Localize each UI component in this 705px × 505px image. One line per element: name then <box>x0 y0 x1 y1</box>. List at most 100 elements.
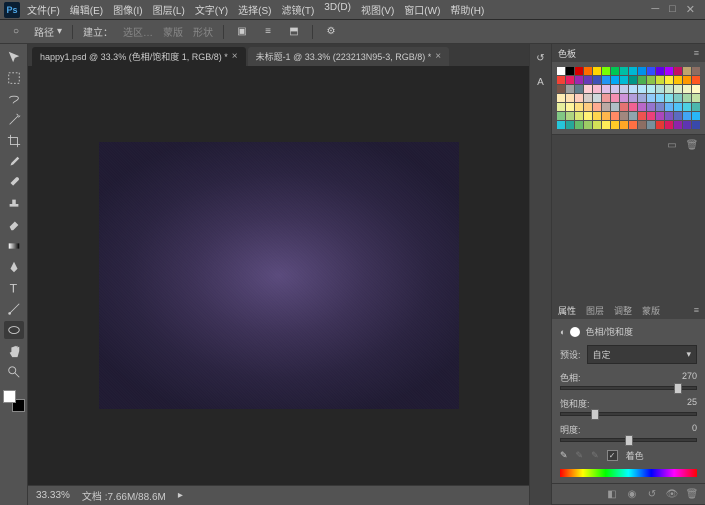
swatch[interactable] <box>692 94 700 102</box>
swatch[interactable] <box>602 121 610 129</box>
lasso-tool[interactable] <box>4 90 24 108</box>
swatch[interactable] <box>575 76 583 84</box>
swatch[interactable] <box>575 112 583 120</box>
swatch[interactable] <box>620 94 628 102</box>
swatch[interactable] <box>593 85 601 93</box>
doc-tab-1[interactable]: happy1.psd @ 33.3% (色相/饱和度 1, RGB/8) * × <box>32 47 246 66</box>
swatch[interactable] <box>692 76 700 84</box>
swatch[interactable] <box>683 103 691 111</box>
swatch[interactable] <box>647 67 655 75</box>
menu-视图[interactable]: 视图(V) <box>356 0 399 19</box>
swatch[interactable] <box>656 85 664 93</box>
swatch[interactable] <box>575 94 583 102</box>
pen-tool[interactable] <box>4 258 24 276</box>
swatch[interactable] <box>656 67 664 75</box>
view-prev-icon[interactable]: ◉ <box>625 488 639 500</box>
swatch[interactable] <box>593 112 601 120</box>
preset-dropdown[interactable]: 自定 ▾ <box>587 345 697 364</box>
swatch[interactable] <box>647 76 655 84</box>
swatch[interactable] <box>638 76 646 84</box>
swatch[interactable] <box>584 67 592 75</box>
swatch[interactable] <box>575 67 583 75</box>
stamp-tool[interactable] <box>4 195 24 213</box>
path-mode-label[interactable]: 路径 <box>34 24 54 39</box>
hand-tool[interactable] <box>4 342 24 360</box>
swatch[interactable] <box>683 85 691 93</box>
light-slider[interactable] <box>560 438 697 442</box>
swatch[interactable] <box>602 94 610 102</box>
swatch[interactable] <box>629 121 637 129</box>
build-mask[interactable]: 蒙版 <box>163 24 183 39</box>
swatch[interactable] <box>566 121 574 129</box>
swatch[interactable] <box>647 94 655 102</box>
swatch[interactable] <box>566 103 574 111</box>
swatch[interactable] <box>647 103 655 111</box>
eyedropper-sub-icon[interactable]: ✎ <box>591 450 599 461</box>
swatch[interactable] <box>611 103 619 111</box>
swatch[interactable] <box>692 67 700 75</box>
char-icon[interactable]: A <box>533 74 549 90</box>
swatch[interactable] <box>557 103 565 111</box>
swatch[interactable] <box>674 94 682 102</box>
swatch[interactable] <box>602 103 610 111</box>
swatch[interactable] <box>656 103 664 111</box>
panel-icon[interactable]: ▭ <box>665 139 679 151</box>
swatch[interactable] <box>584 103 592 111</box>
gradient-tool[interactable] <box>4 237 24 255</box>
swatch[interactable] <box>557 94 565 102</box>
swatch[interactable] <box>674 103 682 111</box>
swatch[interactable] <box>584 76 592 84</box>
swatch[interactable] <box>620 112 628 120</box>
swatch[interactable] <box>557 76 565 84</box>
swatch[interactable] <box>620 76 628 84</box>
swatch[interactable] <box>593 121 601 129</box>
brush-tool[interactable] <box>4 174 24 192</box>
swatch[interactable] <box>683 121 691 129</box>
swatch[interactable] <box>674 76 682 84</box>
swatches-tab[interactable]: 色板 <box>558 47 576 60</box>
tool-preset-icon[interactable]: ○ <box>8 24 24 40</box>
path-arrange-icon[interactable]: ⬒ <box>286 24 302 40</box>
swatch[interactable] <box>629 85 637 93</box>
menu-图像[interactable]: 图像(I) <box>108 0 147 19</box>
swatch[interactable] <box>620 85 628 93</box>
prop-tab-properties[interactable]: 属性 <box>558 304 576 317</box>
swatch[interactable] <box>656 94 664 102</box>
doc-tab-2[interactable]: 未标题-1 @ 33.3% (223213N95-3, RGB/8) * × <box>248 47 450 66</box>
swatch[interactable] <box>692 103 700 111</box>
swatch[interactable] <box>674 67 682 75</box>
eraser-tool[interactable] <box>4 216 24 234</box>
close-icon[interactable]: ✕ <box>686 3 695 16</box>
swatch[interactable] <box>611 85 619 93</box>
trash-icon[interactable]: 🗑 <box>685 488 699 500</box>
path-tool[interactable] <box>4 300 24 318</box>
swatch[interactable] <box>647 112 655 120</box>
swatch[interactable] <box>566 76 574 84</box>
zoom-tool[interactable] <box>4 363 24 381</box>
swatch[interactable] <box>665 112 673 120</box>
menu-编辑[interactable]: 编辑(E) <box>65 0 108 19</box>
swatch[interactable] <box>656 76 664 84</box>
swatch[interactable] <box>629 103 637 111</box>
history-icon[interactable]: ↺ <box>533 50 549 66</box>
swatch[interactable] <box>656 121 664 129</box>
hue-value[interactable]: 270 <box>682 371 697 384</box>
swatch[interactable] <box>683 76 691 84</box>
swatch[interactable] <box>620 67 628 75</box>
swatch[interactable] <box>602 67 610 75</box>
move-tool[interactable] <box>4 48 24 66</box>
panel-menu-icon[interactable]: ≡ <box>694 48 699 58</box>
swatch[interactable] <box>593 67 601 75</box>
color-swap[interactable] <box>3 390 25 412</box>
swatch[interactable] <box>683 67 691 75</box>
swatch[interactable] <box>620 103 628 111</box>
marquee-tool[interactable] <box>4 69 24 87</box>
swatch[interactable] <box>647 85 655 93</box>
menu-图层[interactable]: 图层(L) <box>148 0 190 19</box>
swatch[interactable] <box>584 121 592 129</box>
chevron-right-icon[interactable]: ▸ <box>178 490 183 501</box>
menu-窗口[interactable]: 窗口(W) <box>399 0 445 19</box>
swatch[interactable] <box>557 112 565 120</box>
swatch[interactable] <box>566 94 574 102</box>
swatch[interactable] <box>566 112 574 120</box>
